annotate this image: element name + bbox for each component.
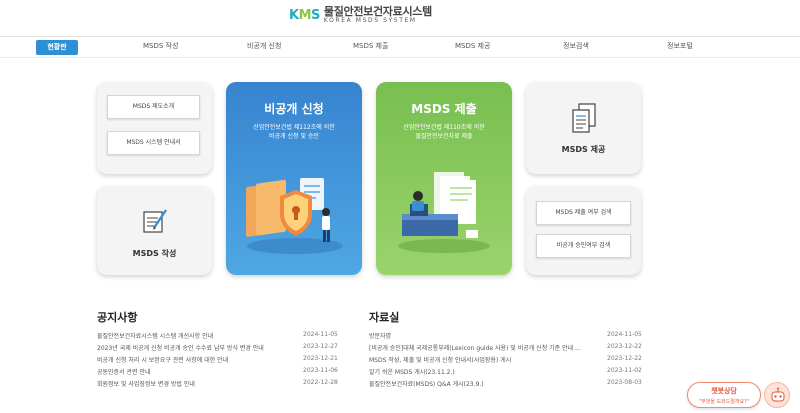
list-item[interactable]: 알기 쉬운 MSDS 게시(23.11.2.) 2023-11-02	[369, 367, 642, 378]
list-item[interactable]: 회원정보 및 사업장정보 변경 방법 안내 2022-12-28	[97, 379, 338, 390]
msds-submit-desc-1: 산업안전보건법 제110조에 의한	[403, 124, 485, 131]
msds-submit-desc-2: 물질안전보건자료 제출	[415, 133, 473, 140]
list-item[interactable]: MSDS 작성, 제출 및 비공개 신청 안내서(사업장용) 게시 2023-1…	[369, 355, 642, 366]
nav-msds-submit[interactable]: MSDS 제출	[353, 41, 388, 51]
kms-logo-mark: KMS	[289, 7, 320, 23]
search-card: MSDS 제출 여부 검색 비공개 승인여부 검색	[526, 186, 641, 275]
notices-title: 공지사항	[97, 311, 138, 324]
main-nav: 현황판 MSDS 작성 비공개 신청 MSDS 제출 MSDS 제공 정보검색 …	[0, 36, 800, 58]
site-title: 물질안전보건자료시스템	[323, 5, 432, 18]
msds-submit-search-button[interactable]: MSDS 제출 여부 검색	[536, 201, 631, 225]
nondisclosure-approval-search-button[interactable]: 비공개 승인여부 검색	[536, 234, 631, 258]
nondisclosure-desc-1: 산업안전보건법 제112조에 의한	[253, 124, 335, 131]
msds-provide-card[interactable]: MSDS 제공	[526, 82, 641, 174]
chatbot-icon[interactable]	[764, 382, 790, 408]
msds-provide-title: MSDS 제공	[561, 145, 606, 154]
nondisclosure-title: 비공개 신청	[264, 102, 324, 116]
document-submit-illustration	[398, 172, 490, 253]
nav-msds-provide[interactable]: MSDS 제공	[455, 41, 490, 51]
security-folder-illustration	[246, 178, 343, 254]
document-pen-icon	[143, 209, 167, 233]
list-item[interactable]: 물질안전보건자료(MSDS) Q&A 게시(23.9.) 2023-08-03	[369, 379, 642, 390]
archive-title: 자료실	[369, 311, 400, 324]
kms-logo[interactable]: KMS 물질안전보건자료시스템 KOREA MSDS SYSTEM	[289, 6, 432, 24]
msds-system-guide-button[interactable]: MSDS 시스템 안내서	[107, 131, 200, 155]
list-item[interactable]: 2023년 국제 비공개 신청 비공개 승인 수수료 납부 방식 변경 안내 2…	[97, 343, 338, 354]
msds-write-title: MSDS 작성	[132, 249, 177, 258]
chatbot-title: 챗봇상담	[711, 387, 737, 395]
chatbot-subtitle: "무엇을 도와드릴까요?"	[698, 399, 750, 405]
nondisclosure-desc-2: 비공개 신청 및 승인	[269, 133, 319, 140]
msds-write-card[interactable]: MSDS 작성	[97, 186, 212, 275]
document-stack-icon	[572, 103, 596, 133]
msds-intro-button[interactable]: MSDS 제도소개	[107, 95, 200, 119]
list-item[interactable]: 물질안전보건자료시스템 시스템 개선사항 안내 2024-11-05	[97, 331, 338, 342]
nondisclosure-card[interactable]: 비공개 신청 산업안전보건법 제112조에 의한 비공개 신청 및 승인	[226, 82, 362, 275]
nav-info-search[interactable]: 정보검색	[563, 41, 589, 51]
list-item[interactable]: 공동인증서 관련 안내 2023-11-06	[97, 367, 338, 378]
list-item[interactable]: 방문자명 2024-11-05	[369, 331, 642, 342]
site-subtitle: KOREA MSDS SYSTEM	[323, 17, 417, 24]
nav-nondisclosure[interactable]: 비공개 신청	[247, 41, 281, 51]
chatbot-button[interactable]: 챗봇상담 "무엇을 도와드릴까요?"	[687, 382, 761, 408]
nav-msds-write[interactable]: MSDS 작성	[143, 41, 178, 51]
robot-icon	[771, 387, 785, 402]
nav-info-portal[interactable]: 정보포털	[667, 41, 693, 51]
nav-dashboard[interactable]: 현황판	[36, 40, 78, 55]
msds-submit-card[interactable]: MSDS 제출 산업안전보건법 제110조에 의한 물질안전보건자료 제출	[376, 82, 512, 275]
list-item[interactable]: 비공개 신청 처리 시 보완요구 관련 사항에 대한 안내 2023-12-21	[97, 355, 338, 366]
guide-card: MSDS 제도소개 MSDS 시스템 안내서	[97, 82, 212, 174]
list-item[interactable]: [비공개 승인]대체 국제공통부레(Lexicon guide 사용) 및 비공…	[369, 343, 642, 354]
msds-submit-title: MSDS 제출	[411, 102, 477, 116]
site-header: KMS 물질안전보건자료시스템 KOREA MSDS SYSTEM	[0, 0, 800, 36]
